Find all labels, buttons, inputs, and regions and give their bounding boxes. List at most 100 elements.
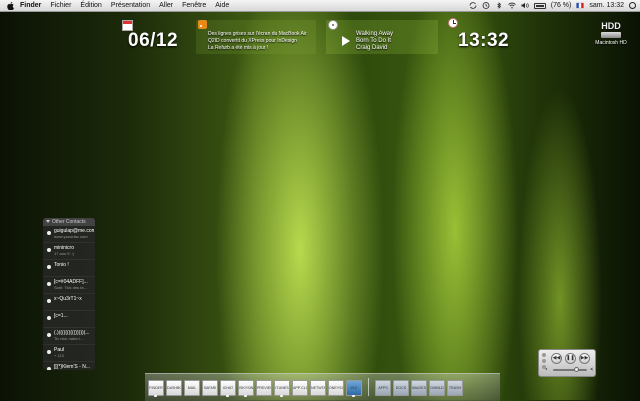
contact-item[interactable]: mininicro 17 ans !!! :) bbox=[43, 243, 95, 260]
contact-item[interactable]: [c=#04ADFF]... Sorti: Tick des ta... bbox=[43, 277, 95, 294]
contact-item[interactable]: Paul + 113 bbox=[43, 345, 95, 362]
dock-app-preview[interactable]: PREVIEW bbox=[256, 380, 272, 396]
contact-item[interactable]: (.)(((((((((()))))(... Tic nick nahio l..… bbox=[43, 328, 95, 345]
dock-app-vlc[interactable]: VLC bbox=[346, 380, 362, 396]
dock-folder-docs[interactable]: DOCS bbox=[393, 380, 409, 396]
status-dot-icon bbox=[47, 282, 51, 286]
dock-folder-apps[interactable]: APPS bbox=[375, 380, 391, 396]
volume-icon[interactable] bbox=[521, 2, 529, 9]
contacts-group-label: Other Contacts bbox=[52, 219, 86, 225]
volume-knob[interactable] bbox=[574, 367, 580, 372]
menu-fichier[interactable]: Fichier bbox=[50, 2, 71, 9]
pause-button[interactable]: ❚❚ bbox=[565, 353, 576, 364]
spotlight-icon[interactable] bbox=[629, 2, 636, 9]
contact-item[interactable]: x~Qu3rT1~x bbox=[43, 294, 95, 311]
minimize-icon[interactable] bbox=[542, 359, 546, 363]
running-indicator bbox=[226, 395, 229, 397]
time-machine-icon[interactable] bbox=[482, 2, 490, 9]
contact-item[interactable]: [c=1... bbox=[43, 311, 95, 328]
clock-icon bbox=[448, 18, 458, 28]
dock-folder-images[interactable]: IMAGES bbox=[411, 380, 427, 396]
hd-label: Macintosh HD bbox=[595, 40, 627, 46]
status-dot-icon bbox=[47, 350, 51, 354]
running-indicator bbox=[352, 395, 355, 397]
menu-fenetre[interactable]: Fenêtre bbox=[182, 2, 206, 9]
rss-headline[interactable]: Des lignes grises sur l'écran du MacBook… bbox=[208, 31, 307, 38]
battery-percent[interactable]: (76 %) bbox=[551, 2, 572, 9]
transport-controls: ◀◀ ❚❚ ▶▶ bbox=[551, 353, 590, 364]
contact-item[interactable]: [[{*}Klem'S - N... bbox=[43, 362, 95, 370]
track-info: Walking Away Born To Do It Craig David bbox=[356, 31, 393, 52]
apple-menu-icon[interactable] bbox=[6, 1, 14, 10]
clock-widget[interactable]: 13:32 bbox=[446, 18, 518, 52]
dock-folder-dwnld[interactable]: DWNLD bbox=[429, 380, 445, 396]
rss-headline[interactable]: La Refurb a été mis à jour ! bbox=[208, 45, 307, 52]
flag-icon[interactable] bbox=[576, 2, 585, 9]
previous-track-button[interactable]: ◀◀ bbox=[551, 353, 562, 364]
volume-slider[interactable] bbox=[553, 367, 587, 372]
itunes-icon bbox=[328, 20, 338, 30]
contact-status: Sorti: Tick des ta... bbox=[54, 285, 87, 290]
dock-app-finder[interactable]: FINDER bbox=[148, 380, 164, 396]
contact-item[interactable]: guigulap@me.com www.yaourtac.com bbox=[43, 226, 95, 243]
dock-running-indicators bbox=[148, 395, 498, 398]
volume-low-icon: ◂ bbox=[545, 366, 548, 371]
close-icon[interactable] bbox=[542, 353, 546, 357]
bluetooth-icon[interactable] bbox=[495, 2, 503, 9]
contact-status: 17 ans !!! :) bbox=[54, 251, 75, 256]
menu-presentation[interactable]: Présentation bbox=[111, 2, 150, 9]
menu-aide[interactable]: Aide bbox=[215, 2, 229, 9]
dock-app-app-clo[interactable]: APP CLO bbox=[292, 380, 308, 396]
rss-headline[interactable]: Q2ID convertit du XPress pour InDesign bbox=[208, 38, 307, 45]
track-title: Walking Away bbox=[356, 31, 394, 37]
play-icon[interactable] bbox=[342, 36, 350, 46]
status-dot-icon bbox=[47, 265, 51, 269]
wifi-icon[interactable] bbox=[507, 2, 516, 9]
dock-app-ichat[interactable]: ICHAT bbox=[220, 380, 236, 396]
contact-item[interactable]: Tonio ! bbox=[43, 260, 95, 277]
track-album: Born To Do It bbox=[356, 38, 391, 44]
contact-status: Tic nick nahio l... bbox=[54, 336, 84, 341]
running-indicator bbox=[154, 395, 157, 397]
next-track-button[interactable]: ▶▶ bbox=[579, 353, 590, 364]
contact-name: [c=1... bbox=[54, 313, 68, 319]
running-indicator bbox=[280, 395, 283, 397]
macintosh-hd-icon[interactable]: HDD Macintosh HD bbox=[588, 22, 634, 58]
hd-logo: HDD bbox=[601, 21, 621, 31]
hard-disk-icon bbox=[601, 32, 621, 38]
date-value: 06/12 bbox=[128, 30, 179, 51]
rss-widget[interactable]: Des lignes grises sur l'écran du MacBook… bbox=[196, 20, 316, 54]
sync-icon[interactable] bbox=[469, 2, 477, 9]
menu-bar: Finder Fichier Édition Présentation Alle… bbox=[0, 0, 640, 12]
menu-edition[interactable]: Édition bbox=[80, 2, 101, 9]
dock-folder-trash[interactable]: TRASH bbox=[447, 380, 463, 396]
dock-app-itunes[interactable]: ITUNES bbox=[274, 380, 290, 396]
status-dot-icon bbox=[47, 333, 51, 337]
dock: FINDER DASHBO MAIL SAFARI ICHAT ISKYSIN PREVIE… bbox=[148, 376, 463, 396]
itunes-controller: ◀◀ ❚❚ ▶▶ ◂ ◂) bbox=[538, 349, 596, 377]
battery-icon[interactable] bbox=[533, 2, 546, 9]
status-dot-icon bbox=[47, 316, 51, 320]
menu-aller[interactable]: Aller bbox=[159, 2, 173, 9]
status-dot-icon bbox=[47, 367, 51, 370]
dock-app-dashbo[interactable]: DASHBO bbox=[166, 380, 182, 396]
rss-icon bbox=[198, 20, 207, 29]
dock-app-iskysin[interactable]: ISKYSIN bbox=[238, 380, 254, 396]
status-dot-icon bbox=[47, 299, 51, 303]
date-widget[interactable]: 06/12 bbox=[118, 18, 188, 52]
dock-app-netwta[interactable]: NETWTA bbox=[310, 380, 326, 396]
contacts-group-header[interactable]: Other Contacts bbox=[43, 218, 95, 226]
contact-name: Tonio ! bbox=[54, 262, 69, 268]
contact-name: x~Qu3rT1~x bbox=[54, 296, 82, 302]
menu-clock[interactable]: sam. 13:32 bbox=[589, 2, 624, 9]
contacts-panel: Other Contacts guigulap@me.com www.yaourt… bbox=[43, 218, 95, 370]
track-artist: Craig David bbox=[356, 45, 388, 51]
dock-app-mail[interactable]: MAIL bbox=[184, 380, 200, 396]
volume-high-icon: ◂) bbox=[590, 366, 594, 371]
now-playing-widget[interactable]: Walking Away Born To Do It Craig David bbox=[326, 20, 438, 54]
dock-app-oneysih[interactable]: ONEYSIH bbox=[328, 380, 344, 396]
dock-app-safari[interactable]: SAFARI bbox=[202, 380, 218, 396]
contact-list: guigulap@me.com www.yaourtac.com mininicro… bbox=[43, 226, 95, 370]
menu-finder[interactable]: Finder bbox=[20, 2, 41, 9]
contact-status: + 113 bbox=[54, 353, 64, 358]
